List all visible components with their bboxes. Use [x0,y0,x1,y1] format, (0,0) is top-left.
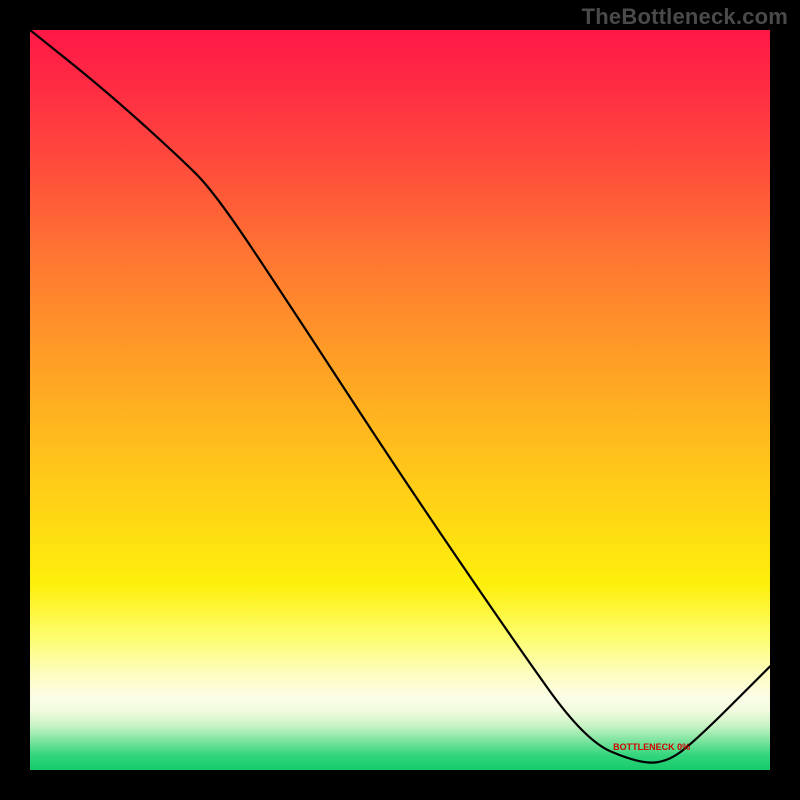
data-label: BOTTLENECK 0% [613,742,690,752]
chart-frame: TheBottleneck.com BOTTLENECK 0% [0,0,800,800]
plot-area: BOTTLENECK 0% [30,30,770,770]
bottleneck-line [30,30,770,763]
watermark-text: TheBottleneck.com [582,4,788,30]
chart-svg [30,30,770,770]
